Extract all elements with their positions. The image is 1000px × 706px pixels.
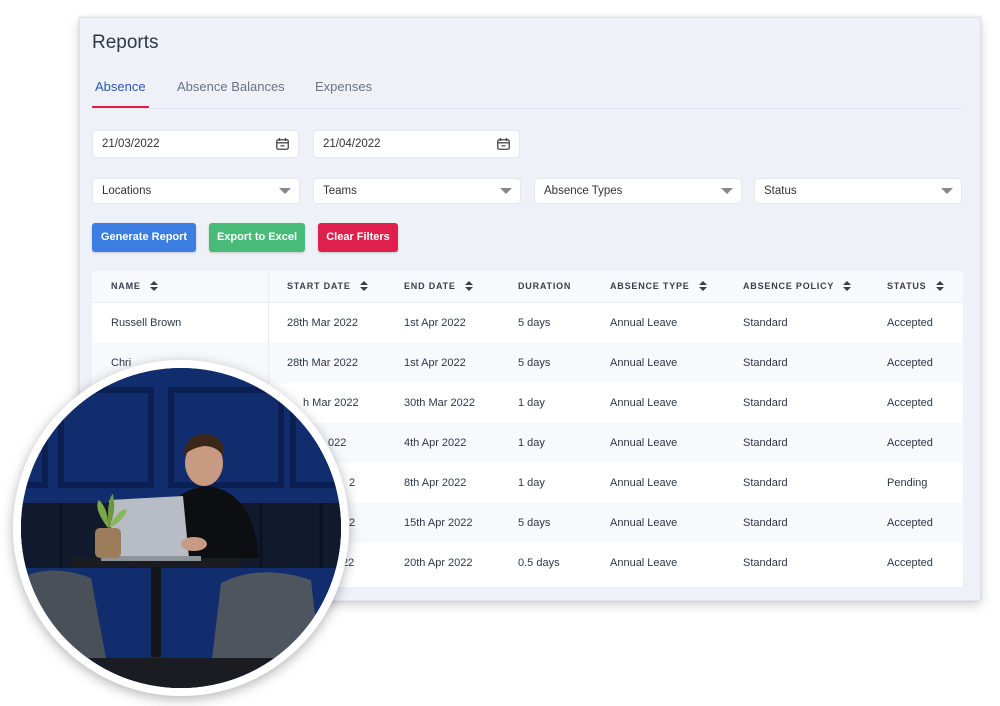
cell-end-date: 30th Mar 2022	[404, 397, 475, 409]
sort-icon[interactable]	[465, 280, 474, 291]
column-header-status[interactable]: STATUS	[887, 271, 944, 302]
cell-start-date: 2	[349, 477, 356, 489]
chevron-down-icon	[500, 188, 512, 194]
absence-types-select-value: Absence Types	[544, 185, 623, 197]
cell-duration: 5 days	[518, 357, 551, 369]
column-header-absence-type[interactable]: ABSENCE TYPE	[610, 271, 707, 302]
cell-end-date: 1st Apr 2022	[404, 317, 466, 329]
cell-duration: 5 days	[518, 517, 551, 529]
locations-select-value: Locations	[102, 185, 152, 197]
chevron-down-icon	[721, 188, 733, 194]
cell-end-date: 20th Apr 2022	[404, 557, 473, 569]
tab-bar: Absence Absence Balances Expenses	[92, 79, 962, 109]
status-select-value: Status	[764, 185, 797, 197]
column-header-absence-policy[interactable]: ABSENCE POLICY	[743, 271, 852, 302]
cell-status: Accepted	[887, 357, 933, 369]
tab-absence-balances[interactable]: Absence Balances	[177, 79, 285, 94]
calendar-icon[interactable]	[497, 138, 510, 150]
table-row[interactable]: Russell Brown 28th Mar 2022 1st Apr 2022…	[92, 303, 963, 343]
cell-start-date: 28th Mar 2022	[287, 317, 358, 329]
cell-absence-type: Annual Leave	[610, 477, 678, 489]
locations-select[interactable]: Locations	[92, 178, 300, 204]
column-header-name[interactable]: NAME	[111, 271, 159, 302]
sort-icon[interactable]	[935, 280, 944, 291]
column-header-start-date[interactable]: START DATE	[287, 271, 368, 302]
end-date-value: 21/04/2022	[323, 138, 381, 150]
start-date-value: 21/03/2022	[102, 138, 160, 150]
cell-duration: 1 day	[518, 437, 545, 449]
cell-status: Accepted	[887, 397, 933, 409]
cell-end-date: 8th Apr 2022	[404, 477, 467, 489]
status-select[interactable]: Status	[754, 178, 962, 204]
chevron-down-icon	[941, 188, 953, 194]
tab-expenses[interactable]: Expenses	[315, 79, 372, 94]
cell-start-date: 28th Mar 2022	[287, 357, 358, 369]
cell-absence-type: Annual Leave	[610, 437, 678, 449]
cell-absence-type: Annual Leave	[610, 357, 678, 369]
cell-absence-type: Annual Leave	[610, 317, 678, 329]
cell-status: Accepted	[887, 557, 933, 569]
generate-report-button[interactable]: Generate Report	[92, 223, 196, 252]
cell-duration: 0.5 days	[518, 557, 560, 569]
sort-icon[interactable]	[359, 280, 368, 291]
cell-absence-type: Annual Leave	[610, 557, 678, 569]
sort-icon[interactable]	[698, 280, 707, 291]
sort-icon[interactable]	[843, 280, 852, 291]
cell-end-date: 4th Apr 2022	[404, 437, 467, 449]
cell-status: Accepted	[887, 437, 933, 449]
cell-duration: 5 days	[518, 317, 551, 329]
cell-absence-policy: Standard	[743, 517, 788, 529]
cell-start-date: 2	[349, 517, 356, 529]
cell-duration: 1 day	[518, 397, 545, 409]
calendar-icon[interactable]	[276, 138, 289, 150]
cell-status: Accepted	[887, 517, 933, 529]
cell-absence-policy: Standard	[743, 557, 788, 569]
cell-absence-type: Annual Leave	[610, 517, 678, 529]
export-to-excel-button[interactable]: Export to Excel	[209, 223, 305, 252]
cell-status: Accepted	[887, 317, 933, 329]
cell-absence-policy: Standard	[743, 437, 788, 449]
cell-end-date: 15th Apr 2022	[404, 517, 473, 529]
cell-absence-policy: Standard	[743, 317, 788, 329]
cell-status: Pending	[887, 477, 928, 489]
clear-filters-button[interactable]: Clear Filters	[318, 223, 398, 252]
cell-absence-type: Annual Leave	[610, 397, 678, 409]
cell-absence-policy: Standard	[743, 397, 788, 409]
column-header-duration: DURATION	[518, 281, 572, 291]
cell-duration: 1 day	[518, 477, 545, 489]
cell-name: Russell Brown	[111, 317, 182, 329]
sort-icon[interactable]	[150, 280, 159, 291]
table-header: NAME START DATE END DATE DURATION ABSENC…	[92, 271, 963, 303]
teams-select-value: Teams	[323, 185, 357, 197]
photo-illustration	[21, 368, 341, 688]
chevron-down-icon	[279, 188, 291, 194]
cell-start-date: h Mar 2022	[303, 397, 359, 409]
end-date-input[interactable]: 21/04/2022	[313, 130, 520, 158]
absence-types-select[interactable]: Absence Types	[534, 178, 742, 204]
person-at-laptop-photo	[13, 360, 349, 696]
column-header-end-date[interactable]: END DATE	[404, 271, 474, 302]
active-tab-indicator	[92, 106, 149, 108]
cell-end-date: 1st Apr 2022	[404, 357, 466, 369]
page-title: Reports	[92, 32, 159, 53]
tab-absence[interactable]: Absence	[95, 79, 146, 94]
cell-absence-policy: Standard	[743, 357, 788, 369]
teams-select[interactable]: Teams	[313, 178, 521, 204]
cell-absence-policy: Standard	[743, 477, 788, 489]
start-date-input[interactable]: 21/03/2022	[92, 130, 299, 158]
